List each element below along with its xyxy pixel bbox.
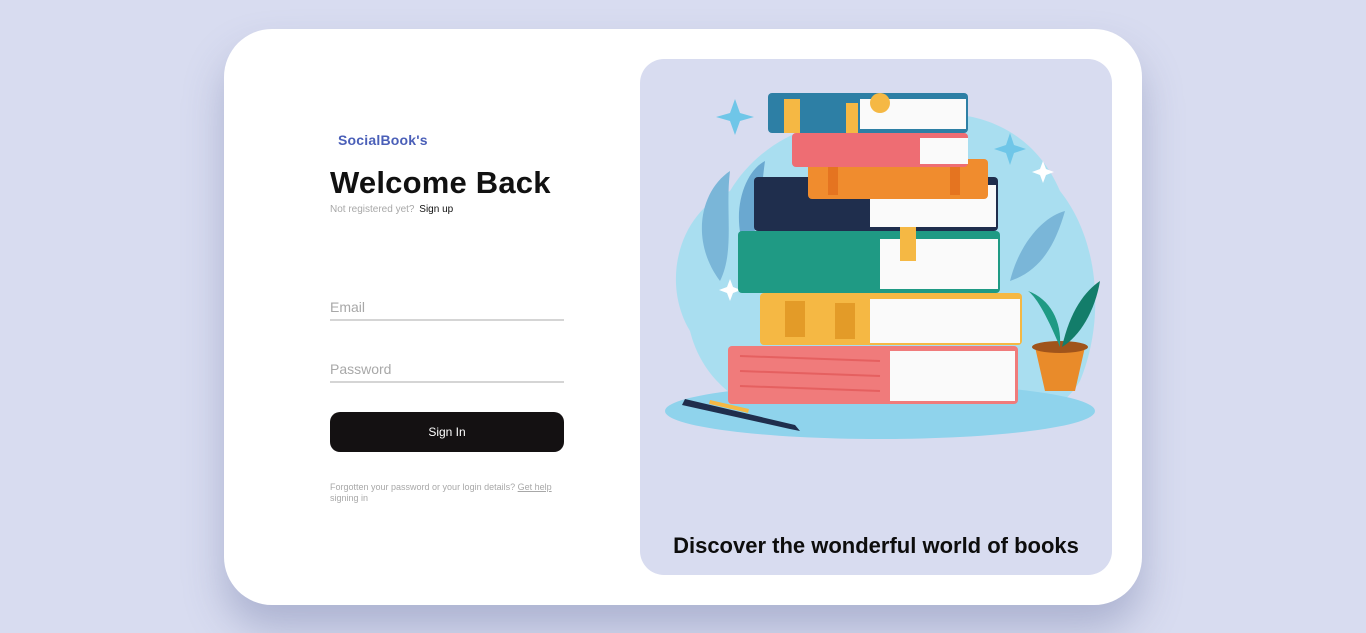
sign-in-button[interactable]: Sign In [330, 412, 564, 452]
page-title: Welcome Back [330, 165, 551, 200]
hero-tagline: Discover the wonderful world of books [673, 533, 1079, 558]
help-suffix: signing in [330, 493, 369, 503]
get-help-link[interactable]: Get help [518, 482, 552, 492]
help-prefix: Forgotten your password or your login de… [330, 482, 516, 492]
help-text: Forgotten your password or your login de… [330, 482, 564, 504]
brand-logo: SocialBook's [338, 132, 428, 148]
login-card: SocialBook's Welcome Back Not registered… [224, 29, 1142, 605]
login-panel: SocialBook's Welcome Back Not registered… [330, 29, 570, 605]
hero-panel: Discover the wonderful world of books [640, 59, 1112, 575]
password-field[interactable] [330, 357, 564, 383]
not-registered-text: Not registered yet? [330, 204, 415, 215]
books-stack-illustration-icon [665, 93, 1100, 439]
signup-link[interactable]: Sign up [419, 204, 453, 215]
signup-prompt: Not registered yet? Sign up [330, 204, 453, 215]
email-field[interactable] [330, 295, 564, 321]
